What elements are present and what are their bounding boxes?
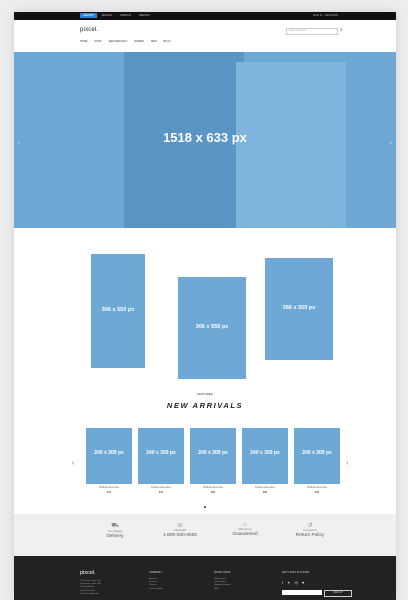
product-name[interactable]: Product name here <box>86 487 132 489</box>
top-bar: DEMO01 DEMO02 DEMO03 DEMO04 SIGN IN · RE… <box>14 12 396 20</box>
product-image[interactable]: 240 x 300 px <box>242 428 288 484</box>
carousel-prev-arrow-icon[interactable]: ‹ <box>72 460 74 467</box>
product-image-label: 240 x 300 px <box>198 450 228 456</box>
search-icon[interactable]: ⌕ <box>340 27 343 33</box>
section-eyebrow: FEATURED <box>197 392 213 396</box>
product-image[interactable]: 240 x 300 px <box>190 428 236 484</box>
tab-demo04[interactable]: DEMO04 <box>136 13 153 18</box>
truck-icon: ⛟ <box>111 523 119 529</box>
footer-newsletter-title: LET'S STAY IN TOUCH <box>282 571 310 574</box>
tab-demo02[interactable]: DEMO02 <box>99 13 116 18</box>
product-price: $99 <box>263 491 267 494</box>
footer-link[interactable]: Privacy Policy <box>149 588 163 591</box>
features-strip: ⛟ Free Shipping Delivery ☏ Call Support … <box>14 514 396 556</box>
product-price: $59 <box>315 491 319 494</box>
nav-item-women[interactable]: WOMEN <box>134 40 144 43</box>
category-tile-2[interactable]: 366 x 550 px <box>178 277 246 379</box>
nav-item-new-arrivals[interactable]: NEW ARRIVALS <box>109 40 128 43</box>
product-price: $79 <box>107 491 111 494</box>
footer-address: 123 Street, Suite 100 City Name, State 0… <box>80 580 101 596</box>
product-image[interactable]: 240 x 300 px <box>138 428 184 484</box>
site-logo[interactable]: pixcel. <box>80 27 98 33</box>
instagram-icon[interactable]: ◎ <box>294 580 298 585</box>
nav-item-shop[interactable]: SHOP <box>95 40 102 43</box>
feature-returns: ↺ Free Returns Return Policy <box>275 522 345 538</box>
category-tile-label: 366 x 550 px <box>101 307 135 313</box>
product-card[interactable]: 240 x 300 px Product name here $89 <box>190 428 236 494</box>
product-image-label: 240 x 300 px <box>302 450 332 456</box>
footer-company-links: About Us Contact Careers Privacy Policy <box>149 578 163 591</box>
footer-quick-title: QUICK LINKS <box>214 571 231 574</box>
site-footer: pixcel. 123 Street, Suite 100 City Name,… <box>14 556 396 600</box>
heart-icon[interactable]: ♥ <box>302 580 304 585</box>
category-tile-label: 366 x 550 px <box>195 324 229 330</box>
product-image-label: 240 x 300 px <box>94 450 124 456</box>
feature-delivery: ⛟ Free Shipping Delivery <box>80 522 150 539</box>
tab-demo01[interactable]: DEMO01 <box>80 13 97 18</box>
product-name[interactable]: Product name here <box>294 487 340 489</box>
twitter-icon[interactable]: ✦ <box>287 580 290 585</box>
product-image-label: 240 x 300 px <box>146 450 176 456</box>
hero-next-arrow-icon[interactable]: › <box>390 140 392 147</box>
product-image-label: 240 x 300 px <box>250 450 280 456</box>
feature-main: Return Policy <box>295 533 325 538</box>
product-price: $89 <box>211 491 215 494</box>
footer-link[interactable]: FAQ <box>214 588 231 591</box>
feature-small: Call Support <box>173 530 187 532</box>
carousel-dot[interactable] <box>204 506 206 508</box>
product-card[interactable]: 240 x 300 px Product name here $99 <box>242 428 288 494</box>
product-name[interactable]: Product name here <box>190 487 236 489</box>
product-card[interactable]: 240 x 300 px Product name here $49 <box>138 428 184 494</box>
feature-small: Free Shipping <box>107 531 123 533</box>
newsletter-email-input[interactable] <box>282 590 322 595</box>
category-tile-1[interactable]: 366 x 550 px <box>91 254 145 368</box>
feature-main: Delivery <box>106 534 124 539</box>
section-title: NEW ARRIVALS <box>166 401 244 410</box>
footer-logo[interactable]: pixcel. <box>80 570 96 576</box>
feature-small: Free Returns <box>303 530 317 532</box>
product-image[interactable]: 240 x 300 px <box>86 428 132 484</box>
tab-demo03[interactable]: DEMO03 <box>117 13 134 18</box>
tag-icon: ⌂ <box>243 522 247 528</box>
product-card[interactable]: 240 x 300 px Product name here $79 <box>86 428 132 494</box>
search-placeholder: Search products <box>289 29 307 32</box>
product-image[interactable]: 240 x 300 px <box>294 428 340 484</box>
nav-item-blog[interactable]: BLOG <box>164 40 171 43</box>
hero-banner[interactable]: 1518 x 633 px ‹ › <box>14 52 396 228</box>
feature-secure: ⌂ 100% Secure Guaranteed <box>210 522 280 537</box>
footer-email[interactable]: info@example.com <box>80 593 101 596</box>
page-sheet: DEMO01 DEMO02 DEMO03 DEMO04 SIGN IN · RE… <box>14 12 396 600</box>
account-links[interactable]: SIGN IN · REGISTER <box>313 14 338 17</box>
footer-company-title: COMPANY <box>149 571 162 574</box>
return-icon: ↺ <box>307 523 313 529</box>
search-input[interactable]: Search products <box>286 28 338 35</box>
category-tile-3[interactable]: 366 x 550 px <box>265 258 333 360</box>
main-nav: HOME SHOP NEW ARRIVALS WOMEN MEN BLOG <box>80 40 171 43</box>
feature-main: 1-800-000-0000 <box>162 533 198 538</box>
feature-support: ☏ Call Support 1-800-000-0000 <box>145 522 215 538</box>
hero-figure-right <box>236 62 346 228</box>
social-links: f ✦ ◎ ♥ <box>282 580 304 585</box>
newsletter-signup-button[interactable]: SIGN UP <box>324 590 352 597</box>
category-tile-label: 366 x 550 px <box>282 305 316 311</box>
product-name[interactable]: Product name here <box>242 487 288 489</box>
hero-placeholder-label: 1518 x 633 px <box>163 130 247 145</box>
nav-item-home[interactable]: HOME <box>80 40 88 43</box>
nav-item-men[interactable]: MEN <box>151 40 157 43</box>
facebook-icon[interactable]: f <box>282 580 283 585</box>
hero-prev-arrow-icon[interactable]: ‹ <box>18 140 20 147</box>
product-card[interactable]: 240 x 300 px Product name here $59 <box>294 428 340 494</box>
feature-small: 100% Secure <box>238 529 252 531</box>
product-price: $49 <box>159 491 163 494</box>
feature-main: Guaranteed <box>232 532 258 537</box>
footer-quick-links: My Account Order Status Shipping Returns… <box>214 578 231 591</box>
phone-icon: ☏ <box>176 523 184 529</box>
carousel-next-arrow-icon[interactable]: › <box>346 460 348 467</box>
demo-tabs: DEMO01 DEMO02 DEMO03 DEMO04 <box>80 13 153 18</box>
product-name[interactable]: Product name here <box>138 487 184 489</box>
